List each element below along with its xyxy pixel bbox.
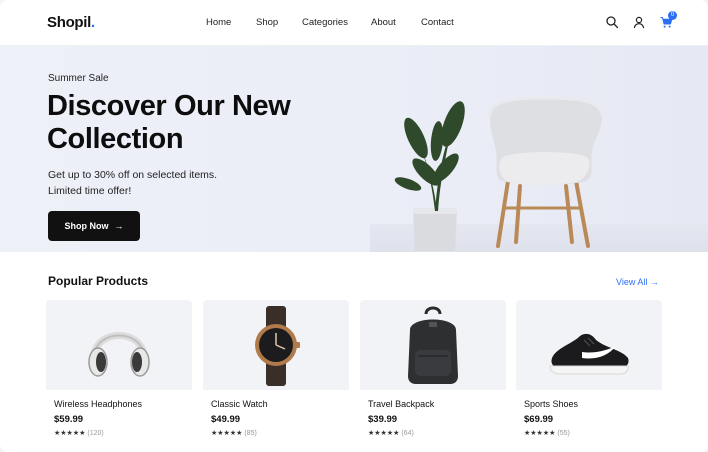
review-count: (64) [401,430,414,437]
product-card[interactable]: Travel Backpack $39.99 ★★★★★ (64) [360,300,506,446]
star-rating-icon: ★★★★★ [368,430,400,437]
shoe-icon [549,333,629,375]
search-icon[interactable] [605,15,619,29]
nav-item-categories[interactable]: Categories [302,17,348,28]
star-rating-icon: ★★★★★ [211,430,243,437]
product-rating: ★★★★★ (120) [54,429,104,437]
site-header: Shopil. Home Shop Categories About Conta… [0,0,708,46]
arrow-right-icon: → [114,221,124,231]
cart-icon[interactable]: 0 [659,11,677,29]
product-name: Travel Backpack [368,399,435,409]
product-rating: ★★★★★ (55) [524,429,570,437]
main-nav: Home Shop Categories About Contact [0,17,708,31]
headphones-icon [88,332,150,377]
product-card[interactable]: Wireless Headphones $59.99 ★★★★★ (120) [46,300,192,446]
product-price: $49.99 [211,414,241,425]
hero-banner: Summer Sale Discover Our New Collection … [0,46,708,252]
hero-subtitle: Get up to 30% off on selected items. Lim… [48,169,218,197]
product-image [360,300,506,390]
product-name: Classic Watch [211,399,268,409]
hero-title: Discover Our New Collection [47,90,291,155]
watch-icon [255,306,300,386]
product-price: $69.99 [524,414,554,425]
user-icon[interactable] [632,15,646,29]
hero-image-chair-plant [394,96,604,251]
product-card[interactable]: Classic Watch $49.99 ★★★★★ (85) [203,300,349,446]
page: Shopil. Home Shop Categories About Conta… [0,0,708,452]
product-rating: ★★★★★ (64) [368,429,414,437]
cart-count-badge: 0 [668,11,677,20]
nav-item-shop[interactable]: Shop [256,17,278,28]
review-count: (120) [87,430,104,437]
view-all-link[interactable]: View All → [616,277,659,287]
review-count: (55) [557,430,570,437]
nav-item-home[interactable]: Home [206,17,231,28]
product-image [516,300,662,390]
nav-item-about[interactable]: About [371,17,396,28]
product-name: Sports Shoes [524,399,579,409]
backpack-icon [408,306,458,384]
product-rating: ★★★★★ (85) [211,429,257,437]
product-name: Wireless Headphones [54,399,143,409]
hero-eyebrow: Summer Sale [48,73,109,84]
product-price: $59.99 [54,414,84,425]
product-card[interactable]: Sports Shoes $69.99 ★★★★★ (55) [516,300,662,446]
product-price: $39.99 [368,414,398,425]
review-count: (85) [244,430,257,437]
product-image [203,300,349,390]
section-title: Popular Products [48,274,149,288]
star-rating-icon: ★★★★★ [54,430,86,437]
nav-item-contact[interactable]: Contact [421,17,454,28]
shop-now-button[interactable]: Shop Now → [48,211,140,241]
star-rating-icon: ★★★★★ [524,430,556,437]
product-image [46,300,192,390]
arrow-right-icon: → [649,277,659,287]
